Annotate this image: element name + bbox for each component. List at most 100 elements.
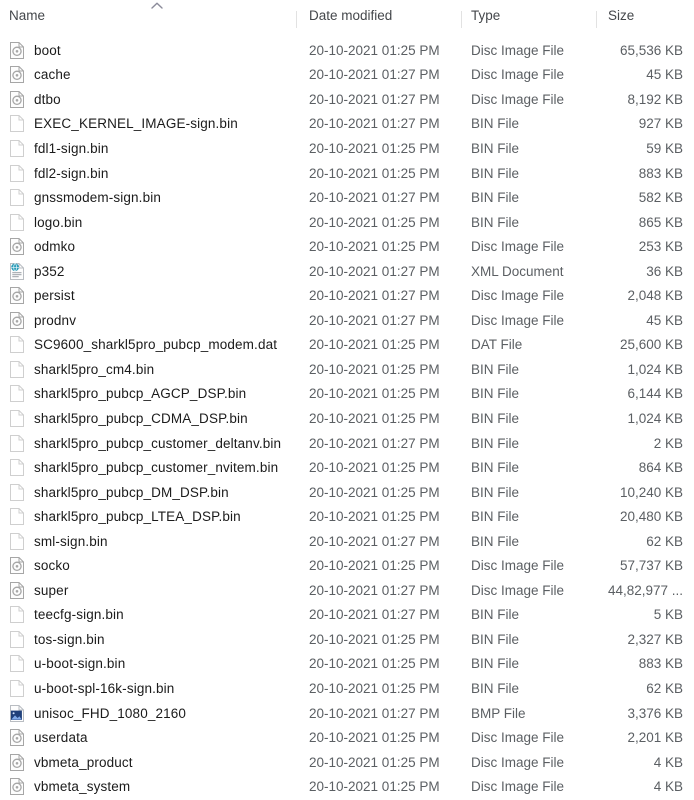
file-date-modified-cell: 20-10-2021 01:25 PM (309, 386, 440, 402)
table-row[interactable]: SC9600_sharkl5pro_pubcp_modem.dat 20-10-2… (0, 333, 694, 358)
file-name-cell[interactable]: prodnv (0, 311, 296, 329)
file-name-cell[interactable]: persist (0, 287, 296, 305)
table-row[interactable]: sharkl5pro_pubcp_DM_DSP.bin 20-10-2021 01… (0, 480, 694, 505)
table-row[interactable]: vbmeta_system 20-10-2021 01:25 PM Disc Ima… (0, 774, 694, 799)
file-name-cell[interactable]: logo.bin (0, 213, 296, 231)
file-name-cell[interactable]: teecfg-sign.bin (0, 606, 296, 624)
table-row[interactable]: sharkl5pro_pubcp_CDMA_DSP.bin 20-10-2021 … (0, 406, 694, 431)
generic-file-icon (9, 483, 25, 501)
file-name-cell[interactable]: socko (0, 557, 296, 575)
file-name-cell[interactable]: userdata (0, 729, 296, 747)
generic-file-icon (9, 213, 25, 231)
file-name-cell[interactable]: p352 (0, 262, 296, 280)
file-name-cell[interactable]: sharkl5pro_pubcp_DM_DSP.bin (0, 483, 296, 501)
table-row[interactable]: sharkl5pro_cm4.bin 20-10-2021 01:25 PM BIN… (0, 357, 694, 382)
table-row[interactable]: u-boot-sign.bin 20-10-2021 01:25 PM BIN Fi… (0, 652, 694, 677)
table-row[interactable]: vbmeta_product 20-10-2021 01:25 PM Disc Im… (0, 750, 694, 775)
table-row[interactable]: persist 20-10-2021 01:27 PM Disc Image Fil… (0, 283, 694, 308)
file-type-cell: BIN File (471, 631, 520, 647)
file-name-label: teecfg-sign.bin (34, 607, 124, 623)
file-name-cell[interactable]: sml-sign.bin (0, 532, 296, 550)
column-header-size[interactable]: Size (596, 8, 694, 30)
file-size-cell: 62 KB (646, 680, 683, 696)
table-row[interactable]: sml-sign.bin 20-10-2021 01:27 PM BIN File 6… (0, 529, 694, 554)
file-name-cell[interactable]: sharkl5pro_pubcp_customer_nvitem.bin (0, 459, 296, 477)
table-row[interactable]: teecfg-sign.bin 20-10-2021 01:27 PM BIN Fi… (0, 603, 694, 628)
table-row[interactable]: fdl1-sign.bin 20-10-2021 01:25 PM BIN File… (0, 136, 694, 161)
disc-image-file-icon (9, 753, 25, 771)
file-name-label: vbmeta_product (34, 754, 133, 770)
file-name-cell[interactable]: sharkl5pro_pubcp_AGCP_DSP.bin (0, 385, 296, 403)
file-name-cell[interactable]: boot (0, 41, 296, 59)
file-date-modified-cell: 20-10-2021 01:25 PM (309, 779, 440, 795)
column-header-type[interactable]: Type (461, 8, 596, 30)
file-list[interactable]: boot 20-10-2021 01:25 PM Disc Image File 65… (0, 30, 694, 799)
file-size-cell: 10,240 KB (619, 484, 683, 500)
table-row[interactable]: dtbo 20-10-2021 01:27 PM Disc Image File 8,… (0, 87, 694, 112)
file-date-modified-cell: 20-10-2021 01:27 PM (309, 190, 440, 206)
file-name-cell[interactable]: EXEC_KERNEL_IMAGE-sign.bin (0, 115, 296, 133)
file-date-modified-cell: 20-10-2021 01:27 PM (309, 435, 440, 451)
generic-file-icon (9, 385, 25, 403)
file-date-modified-cell: 20-10-2021 01:25 PM (309, 680, 440, 696)
table-row[interactable]: tos-sign.bin 20-10-2021 01:25 PM BIN File 2… (0, 627, 694, 652)
file-name-label: sharkl5pro_pubcp_AGCP_DSP.bin (34, 386, 247, 402)
table-row[interactable]: u-boot-spl-16k-sign.bin 20-10-2021 01:25 … (0, 676, 694, 701)
table-row[interactable]: odmko 20-10-2021 01:25 PM Disc Image File 2… (0, 234, 694, 259)
file-name-cell[interactable]: vbmeta_product (0, 753, 296, 771)
file-type-cell: BIN File (471, 656, 520, 672)
table-row[interactable]: sharkl5pro_pubcp_customer_nvitem.bin 20-1… (0, 455, 694, 480)
generic-file-icon (9, 679, 25, 697)
file-date-modified-cell: 20-10-2021 01:27 PM (309, 263, 440, 279)
file-name-cell[interactable]: SC9600_sharkl5pro_pubcp_modem.dat (0, 336, 296, 354)
file-name-cell[interactable]: cache (0, 66, 296, 84)
file-name-cell[interactable]: super (0, 581, 296, 599)
file-size-cell: 3,376 KB (627, 705, 683, 721)
file-name-cell[interactable]: sharkl5pro_cm4.bin (0, 360, 296, 378)
table-row[interactable]: logo.bin 20-10-2021 01:25 PM BIN File 865 K… (0, 210, 694, 235)
file-name-cell[interactable]: dtbo (0, 90, 296, 108)
file-name-cell[interactable]: u-boot-sign.bin (0, 655, 296, 673)
file-name-cell[interactable]: unisoc_FHD_1080_2160 (0, 704, 296, 722)
table-row[interactable]: sharkl5pro_pubcp_customer_deltanv.bin 20-… (0, 431, 694, 456)
file-name-label: dtbo (34, 91, 61, 107)
table-row[interactable]: p352 20-10-2021 01:27 PM XML Document 36 KB (0, 259, 694, 284)
file-name-cell[interactable]: gnssmodem-sign.bin (0, 189, 296, 207)
file-name-cell[interactable]: fdl1-sign.bin (0, 139, 296, 157)
file-name-cell[interactable]: u-boot-spl-16k-sign.bin (0, 679, 296, 697)
generic-file-icon (9, 189, 25, 207)
file-type-cell: BIN File (471, 410, 520, 426)
file-type-cell: BIN File (471, 361, 520, 377)
table-row[interactable]: cache 20-10-2021 01:27 PM Disc Image File 4… (0, 63, 694, 88)
table-row[interactable]: userdata 20-10-2021 01:25 PM Disc Image Fi… (0, 725, 694, 750)
table-row[interactable]: socko 20-10-2021 01:25 PM Disc Image File 5… (0, 553, 694, 578)
table-row[interactable]: unisoc_FHD_1080_2160 20-10-2021 01:27 PM B… (0, 701, 694, 726)
table-row[interactable]: super 20-10-2021 01:27 PM Disc Image File 4… (0, 578, 694, 603)
table-row[interactable]: gnssmodem-sign.bin 20-10-2021 01:27 PM BIN… (0, 185, 694, 210)
table-row[interactable]: sharkl5pro_pubcp_LTEA_DSP.bin 20-10-2021 … (0, 504, 694, 529)
table-row[interactable]: fdl2-sign.bin 20-10-2021 01:25 PM BIN File… (0, 161, 694, 186)
file-size-cell: 65,536 KB (619, 42, 683, 58)
file-name-cell[interactable]: odmko (0, 238, 296, 256)
file-name-label: socko (34, 558, 70, 574)
column-header-date-modified[interactable]: Date modified (296, 8, 461, 30)
bmp-image-file-icon (9, 704, 25, 722)
file-date-modified-cell: 20-10-2021 01:25 PM (309, 656, 440, 672)
file-name-cell[interactable]: vbmeta_system (0, 778, 296, 796)
table-row[interactable]: boot 20-10-2021 01:25 PM Disc Image File 65… (0, 38, 694, 63)
file-name-cell[interactable]: sharkl5pro_pubcp_LTEA_DSP.bin (0, 508, 296, 526)
file-name-cell[interactable]: sharkl5pro_pubcp_CDMA_DSP.bin (0, 409, 296, 427)
file-date-modified-cell: 20-10-2021 01:27 PM (309, 312, 440, 328)
table-row[interactable]: EXEC_KERNEL_IMAGE-sign.bin 20-10-2021 01:… (0, 112, 694, 137)
file-size-cell: 2,048 KB (627, 288, 683, 304)
table-row[interactable]: prodnv 20-10-2021 01:27 PM Disc Image File… (0, 308, 694, 333)
column-header-name[interactable]: Name (0, 8, 296, 30)
generic-file-icon (9, 532, 25, 550)
file-type-cell: BIN File (471, 435, 520, 451)
file-name-cell[interactable]: fdl2-sign.bin (0, 164, 296, 182)
file-name-cell[interactable]: sharkl5pro_pubcp_customer_deltanv.bin (0, 434, 296, 452)
file-name-label: persist (34, 288, 75, 304)
generic-file-icon (9, 115, 25, 133)
file-name-cell[interactable]: tos-sign.bin (0, 630, 296, 648)
table-row[interactable]: sharkl5pro_pubcp_AGCP_DSP.bin 20-10-2021 … (0, 382, 694, 407)
